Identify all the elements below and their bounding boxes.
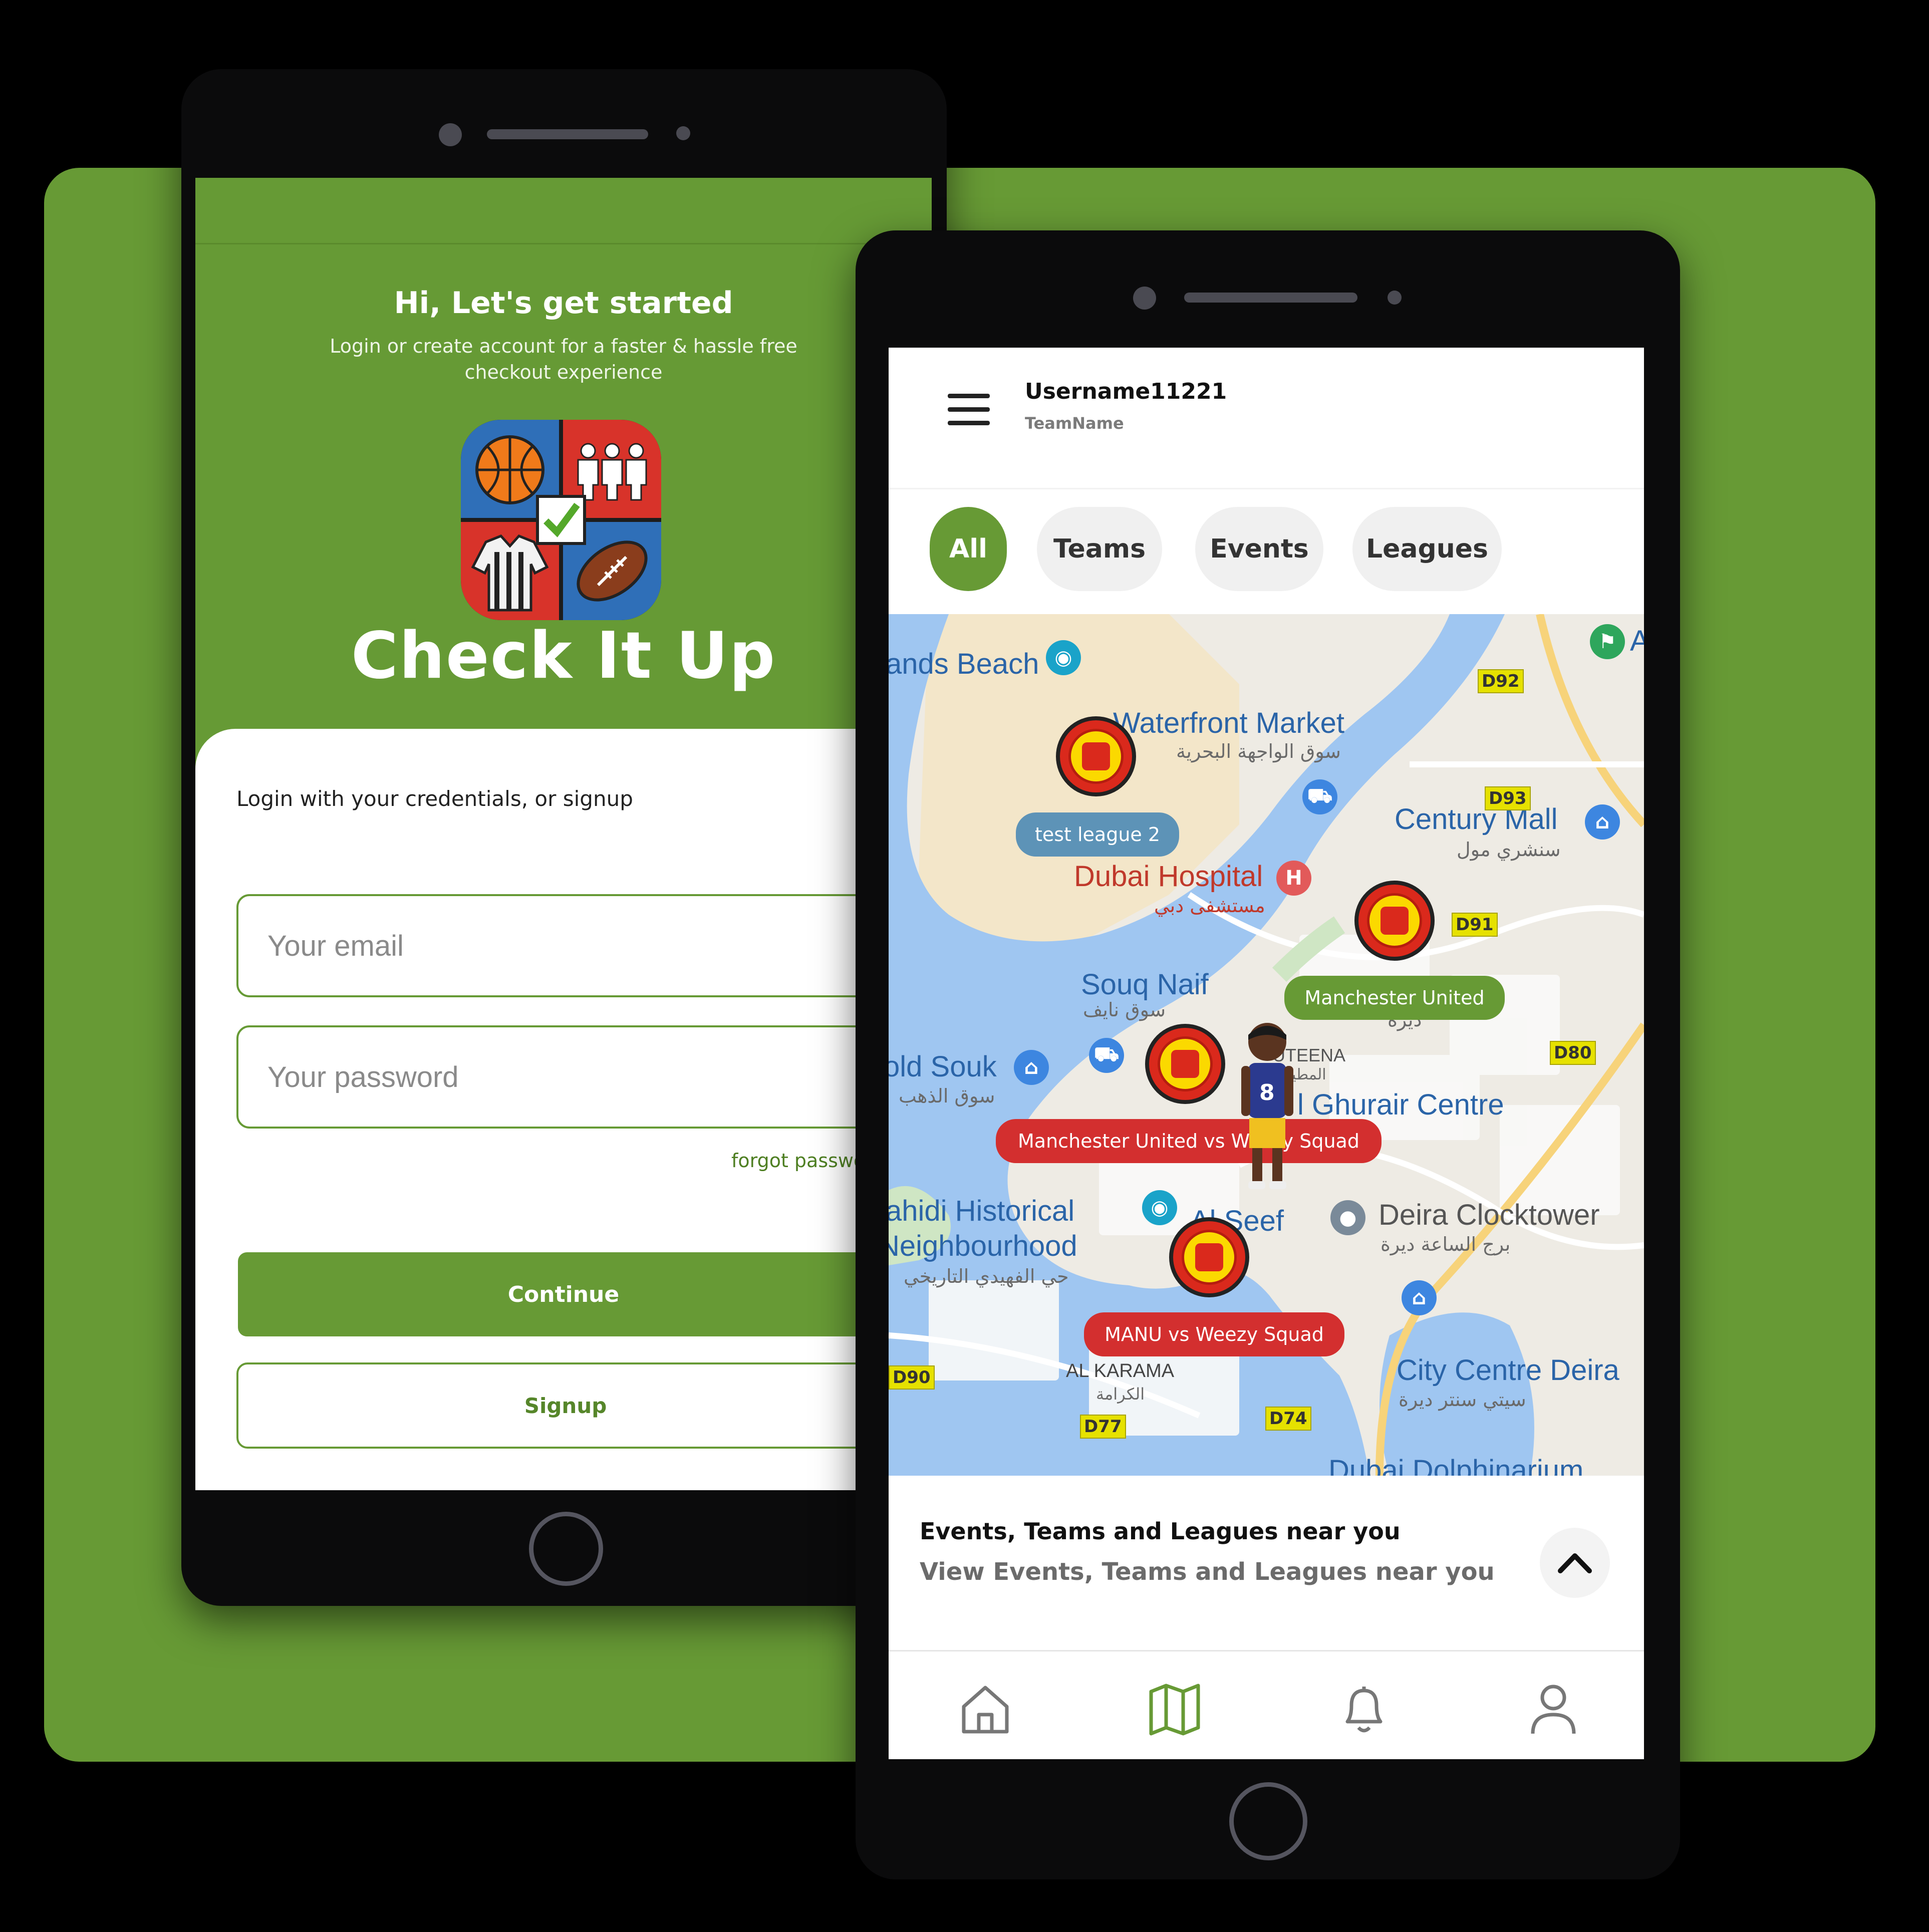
menu-icon[interactable] xyxy=(948,394,990,434)
camera-icon xyxy=(1133,287,1156,310)
hospital-poi-icon[interactable]: H xyxy=(1276,861,1311,896)
camera-poi-icon[interactable]: ◉ xyxy=(1046,640,1081,675)
password-input[interactable] xyxy=(238,1027,932,1127)
location-pin-icon[interactable]: ● xyxy=(1330,1200,1365,1235)
map-label-citycentre-ar: سيتي سنتر ديرة xyxy=(1399,1389,1526,1411)
user-icon[interactable] xyxy=(1526,1682,1581,1737)
pin-label-event[interactable]: MANU vs Weezy Squad xyxy=(1084,1312,1344,1356)
chip-teams[interactable]: Teams xyxy=(1037,507,1162,591)
pin-label-event[interactable]: Manchester United vs Weezy Squad xyxy=(996,1119,1382,1163)
speaker-grill xyxy=(1184,293,1357,303)
chip-leagues[interactable]: Leagues xyxy=(1352,507,1502,591)
password-field[interactable] xyxy=(236,1025,932,1129)
bottom-nav xyxy=(889,1650,1644,1759)
sheet-subtitle: View Events, Teams and Leagues near you xyxy=(920,1558,1495,1586)
map-label-shindagha2: Neighbourhood xyxy=(889,1230,1077,1262)
map-label-corner: A xyxy=(1630,625,1644,657)
header-divider xyxy=(889,488,1644,489)
road-sign: D91 xyxy=(1452,913,1498,937)
map-label-waterfront: Waterfront Market xyxy=(1113,707,1344,739)
map-view[interactable]: ands Beach ◉ Waterfront Market سوق الواج… xyxy=(889,614,1644,1476)
road-sign: D93 xyxy=(1485,786,1531,810)
login-screen: Hi, Let's get started Login or create ac… xyxy=(195,178,932,1490)
email-input[interactable] xyxy=(238,896,932,995)
shopping-cart-poi-icon[interactable]: ⛟ xyxy=(1089,1038,1124,1073)
home-button[interactable] xyxy=(529,1512,603,1586)
home-button[interactable] xyxy=(1229,1782,1307,1860)
logo-wordmark: Check It Up xyxy=(351,619,776,693)
sheet-title: Events, Teams and Leagues near you xyxy=(920,1518,1401,1545)
map-label-shindagha-ar: حي الفهيدي التاريخي xyxy=(904,1265,1069,1287)
speaker-grill xyxy=(487,129,648,139)
pin-label-league[interactable]: test league 2 xyxy=(1016,812,1179,857)
road-sign: D90 xyxy=(889,1365,935,1390)
road-sign: D80 xyxy=(1550,1041,1596,1065)
map-label-gold-ar: سوق الذهب xyxy=(899,1085,995,1107)
greeting-subtitle: Login or create account for a faster & h… xyxy=(330,335,797,383)
team-crest-marker[interactable] xyxy=(1145,1024,1225,1104)
map-label-gold: old Souk xyxy=(889,1050,997,1083)
road-sign: D74 xyxy=(1265,1407,1311,1431)
username: Username11221 xyxy=(1025,379,1227,404)
team-crest-marker[interactable] xyxy=(1354,881,1435,961)
pin-label-team[interactable]: Manchester United xyxy=(1284,976,1505,1020)
map-label-souq: Souq Naif xyxy=(1081,968,1209,1001)
email-field[interactable] xyxy=(236,894,932,997)
map-label-hospital-ar: مستشفى دبي xyxy=(1154,895,1265,917)
login-card-title: Login with your credentials, or signup xyxy=(236,786,633,811)
road-sign: D77 xyxy=(1080,1415,1126,1439)
signup-button[interactable]: Signup xyxy=(236,1362,932,1449)
status-divider xyxy=(195,243,932,244)
map-label-karama: AL KARAMA xyxy=(1066,1360,1175,1382)
shopping-bag-poi-icon[interactable]: ⌂ xyxy=(1585,804,1620,840)
chip-events[interactable]: Events xyxy=(1195,507,1323,591)
map-label-ghurair: l Ghurair Centre xyxy=(1297,1088,1504,1121)
camera-poi-icon[interactable]: ◉ xyxy=(1142,1190,1177,1225)
map-label-dolphin: Dubai Dolphinarium xyxy=(1328,1454,1584,1476)
sensor-dot xyxy=(676,126,690,140)
map-label-shindagha: ahidi Historical xyxy=(889,1195,1075,1227)
avatar-jersey-number: 8 xyxy=(1259,1080,1275,1106)
golf-poi-icon[interactable]: ⚑ xyxy=(1590,624,1625,659)
team-crest-marker[interactable] xyxy=(1056,716,1136,796)
map-screen: Username11221 TeamName All Teams Events … xyxy=(889,348,1644,1759)
check-mark-icon xyxy=(536,495,586,545)
shopping-bag-poi-icon[interactable]: ⌂ xyxy=(1014,1050,1049,1085)
map-label-citycentre: City Centre Deira xyxy=(1397,1354,1619,1387)
shopping-bag-poi-icon[interactable]: ⌂ xyxy=(1402,1280,1437,1315)
team-name: TeamName xyxy=(1025,414,1124,433)
continue-button[interactable]: Continue xyxy=(238,1252,932,1336)
road-sign: D92 xyxy=(1478,669,1524,693)
map-label-hospital: Dubai Hospital xyxy=(1074,860,1263,893)
sensor-dot xyxy=(1388,291,1402,305)
expand-sheet-button[interactable] xyxy=(1540,1528,1610,1598)
map-label-waterfront-ar: سوق الواجهة البحرية xyxy=(1176,740,1341,762)
signup-label: Signup xyxy=(524,1393,607,1418)
map-icon[interactable] xyxy=(1147,1682,1202,1737)
map-label-souq-ar: سوق نايف xyxy=(1083,999,1166,1021)
home-icon[interactable] xyxy=(958,1682,1013,1737)
user-avatar[interactable]: 8 xyxy=(1239,1020,1295,1190)
map-label-clocktower-ar: برج الساعة ديرة xyxy=(1381,1233,1511,1255)
continue-label: Continue xyxy=(507,1281,620,1307)
map-label-century: Century Mall xyxy=(1395,803,1558,836)
team-crest-marker[interactable] xyxy=(1169,1217,1249,1297)
app-logo xyxy=(461,420,661,620)
camera-icon xyxy=(439,123,462,146)
map-label-beach: ands Beach xyxy=(889,648,1039,680)
chip-all[interactable]: All xyxy=(930,507,1007,591)
map-label-century-ar: سنشري مول xyxy=(1457,839,1561,861)
map-label-clocktower: Deira Clocktower xyxy=(1379,1199,1600,1231)
map-label-karama-ar: الكرامة xyxy=(1096,1385,1145,1404)
shopping-cart-poi-icon[interactable]: ⛟ xyxy=(1302,779,1337,814)
bell-icon[interactable] xyxy=(1336,1682,1392,1737)
chevron-up-icon xyxy=(1558,1553,1592,1573)
greeting-title: Hi, Let's get started xyxy=(394,286,733,321)
